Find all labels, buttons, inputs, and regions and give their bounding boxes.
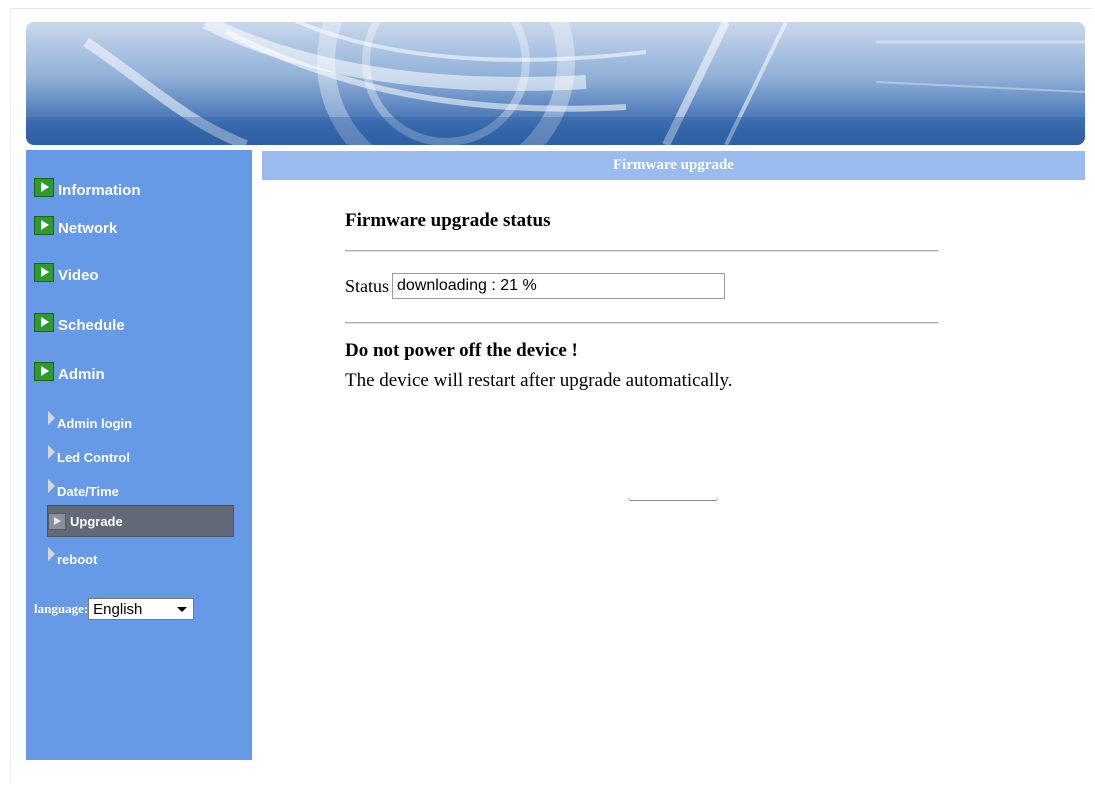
language-label: language: [34,601,89,616]
sidebar-subitem-upgrade[interactable]: Upgrade [47,505,234,537]
green-arrow-icon [34,263,54,282]
page-title: Firmware upgrade [613,157,734,173]
triangle-right-icon [48,547,55,561]
page-title-bar: Firmware upgrade [262,151,1085,180]
divider [345,250,938,252]
triangle-right-icon [48,479,55,493]
status-row: Status [345,273,726,299]
sidebar-item-schedule[interactable]: Schedule [34,311,125,334]
upgrade-status-panel: Firmware upgrade status Status Do not po… [345,210,938,391]
divider-short [628,498,718,501]
chevron-down-icon [177,606,188,612]
sidebar-subitem-led-control[interactable]: Led Control [48,439,233,469]
section-heading: Firmware upgrade status [345,210,551,231]
sidebar-subitem-date-time[interactable]: Date/Time [48,473,233,503]
sidebar-item-information[interactable]: Information [34,176,141,199]
sidebar-item-label: Schedule [58,317,125,334]
gray-arrow-icon [48,512,66,530]
sidebar-item-admin[interactable]: Admin [34,360,105,383]
green-arrow-icon [34,362,54,381]
language-row: language: English [34,598,195,620]
sidebar-item-label: Network [58,220,118,237]
warning-text: Do not power off the device ! [345,340,578,361]
language-selected-value: English [93,600,143,618]
green-arrow-icon [34,216,54,235]
sidebar-subitem-label: reboot [57,551,98,567]
sidebar-item-label: Admin [58,366,105,383]
sidebar-subitem-label: Upgrade [70,513,123,529]
header-banner [26,22,1085,145]
sidebar-subitem-admin-login[interactable]: Admin login [48,405,233,435]
restart-note: The device will restart after upgrade au… [345,370,733,391]
sidebar-subitem-label: Led Control [57,449,130,465]
triangle-right-icon [48,411,55,425]
status-field[interactable] [392,273,726,299]
sidebar: Information Network Video Schedule Admin… [26,150,252,760]
sidebar-item-label: Information [58,182,141,199]
sidebar-subitem-label: Admin login [57,415,133,431]
green-arrow-icon [34,178,54,197]
sidebar-subitem-label: Date/Time [57,483,119,499]
triangle-right-icon [48,445,55,459]
green-arrow-icon [34,313,54,332]
sidebar-subitem-reboot[interactable]: reboot [48,541,233,571]
divider [345,322,938,324]
language-select[interactable]: English [88,598,195,620]
sidebar-item-network[interactable]: Network [34,214,117,237]
status-label: Status [345,275,390,296]
sidebar-item-label: Video [58,267,99,284]
sidebar-item-video[interactable]: Video [34,261,99,284]
